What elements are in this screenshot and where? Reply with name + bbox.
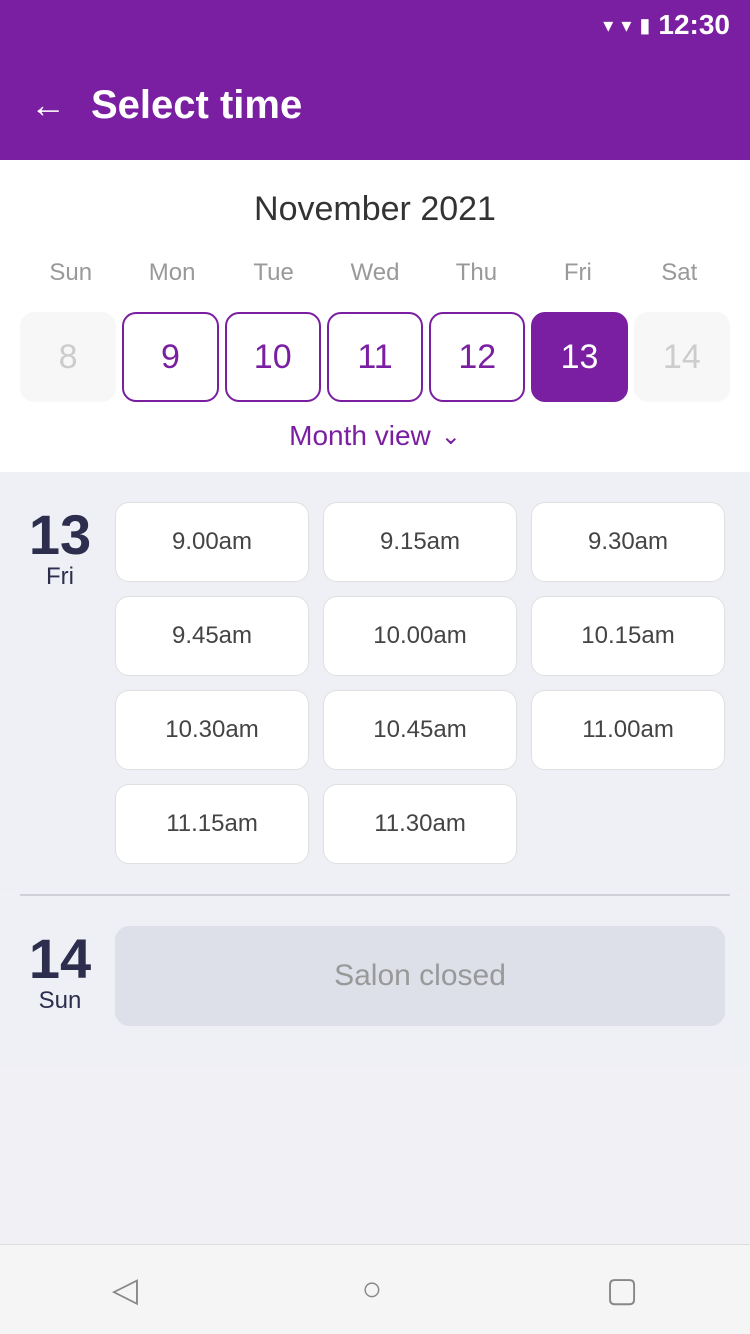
recent-nav-icon[interactable]: ▢ — [606, 1270, 638, 1310]
weekday-sat: Sat — [629, 254, 730, 292]
day-11[interactable]: 11 — [327, 312, 423, 402]
day-name-13: Fri — [46, 563, 74, 591]
day-12[interactable]: 12 — [429, 312, 525, 402]
time-section-13: 13 Fri 9.00am 9.15am 9.30am 9.45am 10.00… — [0, 472, 750, 894]
time-slot-1045am[interactable]: 10.45am — [323, 690, 517, 770]
day-number-14: 14 — [29, 931, 91, 987]
day-13[interactable]: 13 — [531, 312, 627, 402]
time-slot-1130am[interactable]: 11.30am — [323, 784, 517, 864]
home-nav-icon[interactable]: ○ — [362, 1270, 383, 1309]
battery-icon: ▮ — [639, 13, 650, 38]
day-badge-13: 13 Fri — [25, 502, 95, 591]
weekday-mon: Mon — [121, 254, 222, 292]
day-name-14: Sun — [39, 987, 82, 1015]
time-slot-915am[interactable]: 9.15am — [323, 502, 517, 582]
time-slot-1030am[interactable]: 10.30am — [115, 690, 309, 770]
calendar-days-row: 8 9 10 11 12 13 14 — [20, 302, 730, 402]
time-slot-1115am[interactable]: 11.15am — [115, 784, 309, 864]
salon-closed-label: Salon closed — [334, 959, 506, 993]
time-slot-1000am[interactable]: 10.00am — [323, 596, 517, 676]
time-slot-930am[interactable]: 9.30am — [531, 502, 725, 582]
month-view-label: Month view — [289, 420, 431, 452]
back-nav-icon[interactable]: ◁ — [112, 1270, 138, 1310]
wifi-icon: ▾ — [603, 13, 613, 38]
status-time: 12:30 — [658, 9, 730, 41]
day-number-13: 13 — [29, 507, 91, 563]
chevron-down-icon: ⌄ — [441, 422, 461, 451]
day-10[interactable]: 10 — [225, 312, 321, 402]
weekday-thu: Thu — [426, 254, 527, 292]
day-14: 14 — [634, 312, 730, 402]
calendar-section: November 2021 Sun Mon Tue Wed Thu Fri Sa… — [0, 160, 750, 472]
page-title: Select time — [91, 83, 302, 128]
day-8: 8 — [20, 312, 116, 402]
time-grid-13: 9.00am 9.15am 9.30am 9.45am 10.00am 10.1… — [115, 502, 725, 864]
back-button[interactable]: ← — [30, 87, 66, 123]
weekday-fri: Fri — [527, 254, 628, 292]
time-slot-945am[interactable]: 9.45am — [115, 596, 309, 676]
month-label: November 2021 — [20, 190, 730, 229]
closed-section-14: 14 Sun Salon closed — [0, 896, 750, 1066]
signal-icon: ▾ — [621, 13, 631, 38]
salon-closed-box: Salon closed — [115, 926, 725, 1026]
weekday-sun: Sun — [20, 254, 121, 292]
weekday-row: Sun Mon Tue Wed Thu Fri Sat — [20, 254, 730, 292]
time-slot-1015am[interactable]: 10.15am — [531, 596, 725, 676]
month-view-toggle[interactable]: Month view ⌄ — [20, 402, 730, 472]
bottom-nav: ◁ ○ ▢ — [0, 1244, 750, 1334]
time-slot-1100am[interactable]: 11.00am — [531, 690, 725, 770]
weekday-wed: Wed — [324, 254, 425, 292]
weekday-tue: Tue — [223, 254, 324, 292]
day-badge-14: 14 Sun — [25, 926, 95, 1015]
day-9[interactable]: 9 — [122, 312, 218, 402]
header: ← Select time — [0, 50, 750, 160]
status-bar: ▾ ▾ ▮ 12:30 — [0, 0, 750, 50]
status-icons: ▾ ▾ ▮ 12:30 — [603, 9, 730, 41]
time-slot-900am[interactable]: 9.00am — [115, 502, 309, 582]
